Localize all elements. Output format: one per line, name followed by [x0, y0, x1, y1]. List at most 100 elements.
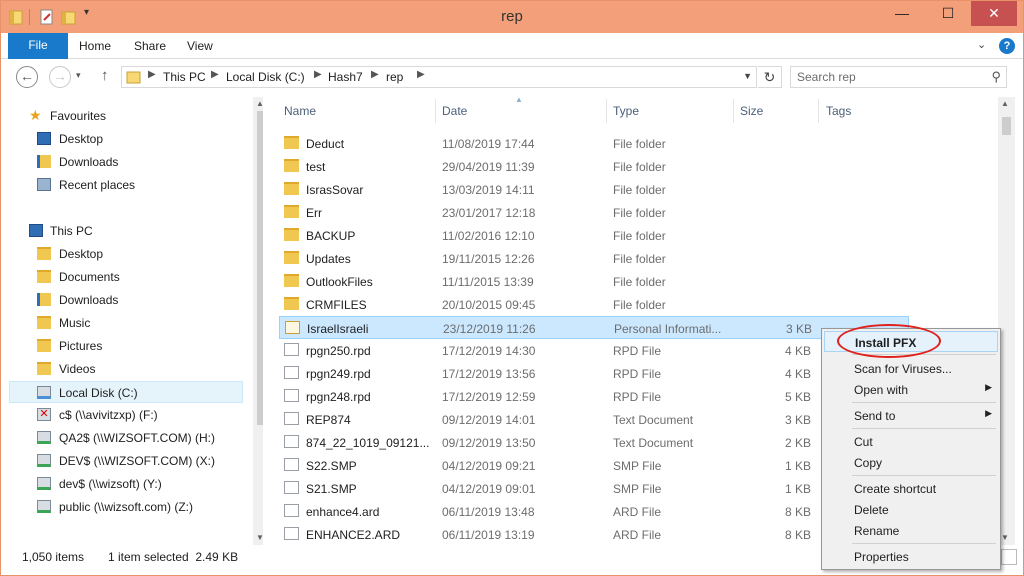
refresh-button[interactable]: ↻: [758, 66, 782, 88]
large-icons-view-icon[interactable]: [1001, 549, 1017, 565]
table-row[interactable]: S22.SMP 04/12/2019 09:21 SMP File 1 KB: [279, 454, 909, 477]
chevron-down-icon[interactable]: ▼: [743, 71, 752, 81]
file-icon: [284, 458, 299, 471]
expand-ribbon-icon[interactable]: ⌄: [977, 38, 986, 51]
nav-pc-local-disk[interactable]: Local Disk (C:): [9, 381, 243, 403]
column-divider[interactable]: [733, 99, 734, 123]
nav-pc-drive-h[interactable]: QA2$ (\\WIZSOFT.COM) (H:): [9, 427, 243, 449]
certificate-icon: [285, 321, 300, 334]
column-tags[interactable]: Tags: [826, 104, 851, 118]
table-row[interactable]: enhance4.ard 06/11/2019 13:48 ARD File 8 KB: [279, 500, 909, 523]
chevron-right-icon[interactable]: ▶: [371, 69, 379, 80]
table-row[interactable]: BACKUP 11/02/2016 12:10 File folder: [279, 224, 909, 247]
search-box[interactable]: ⚲: [790, 66, 1007, 88]
column-type[interactable]: Type: [613, 104, 639, 118]
nav-favourites-desktop[interactable]: Desktop: [9, 128, 243, 150]
nav-pc-drive-y[interactable]: dev$ (\\wizsoft) (Y:): [9, 473, 243, 495]
nav-pc-drive-f[interactable]: ✕ c$ (\\avivitzxp) (F:): [9, 404, 243, 426]
menu-copy[interactable]: Copy: [824, 452, 998, 473]
table-row[interactable]: Deduct 11/08/2019 17:44 File folder: [279, 132, 909, 155]
table-row[interactable]: Err 23/01/2017 12:18 File folder: [279, 201, 909, 224]
table-row[interactable]: ENHANCE2.ARD 06/11/2019 13:19 ARD File 8 KB: [279, 523, 909, 546]
scroll-down-icon[interactable]: ▼: [1001, 533, 1009, 542]
close-button[interactable]: ✕: [971, 1, 1017, 26]
table-row[interactable]: 874_22_1019_09121... 09/12/2019 13:50 Text…: [279, 431, 909, 454]
nav-favourites-downloads[interactable]: Downloads: [9, 151, 243, 173]
menu-open-with[interactable]: Open with ▶: [824, 379, 998, 400]
nav-pc-drive-z[interactable]: public (\\wizsoft.com) (Z:): [9, 496, 243, 518]
nav-pc-music[interactable]: Music: [9, 312, 243, 334]
chevron-right-icon[interactable]: ▶: [211, 69, 219, 80]
recent-locations-icon[interactable]: ▾: [76, 70, 81, 81]
column-divider[interactable]: [435, 99, 436, 123]
table-row[interactable]: IsraelIsraeli 23/12/2019 11:26 Personal In…: [279, 316, 909, 339]
nav-item-label: Local Disk (C:): [59, 386, 138, 400]
network-drive-icon: [37, 454, 51, 467]
table-row[interactable]: CRMFILES 20/10/2015 09:45 File folder: [279, 293, 909, 316]
tab-share[interactable]: Share: [134, 39, 166, 53]
network-drive-icon: [37, 477, 51, 490]
file-list-scrollbar-thumb[interactable]: [1002, 117, 1011, 135]
tab-home[interactable]: Home: [79, 39, 111, 53]
menu-send-to[interactable]: Send to ▶: [824, 405, 998, 426]
minimize-button[interactable]: —: [879, 1, 925, 26]
menu-item-label: Copy: [854, 456, 883, 470]
table-row[interactable]: rpgn248.rpd 17/12/2019 12:59 RPD File 5 KB: [279, 385, 909, 408]
column-size[interactable]: Size: [740, 104, 763, 118]
chevron-right-icon[interactable]: ▶: [417, 69, 425, 80]
table-row[interactable]: S21.SMP 04/12/2019 09:01 SMP File 1 KB: [279, 477, 909, 500]
menu-delete[interactable]: Delete: [824, 499, 998, 520]
breadcrumb-this-pc[interactable]: This PC: [163, 70, 206, 84]
chevron-right-icon[interactable]: ▶: [314, 69, 322, 80]
text-document-icon: [284, 435, 299, 448]
nav-pc-documents[interactable]: Documents: [9, 266, 243, 288]
tab-view[interactable]: View: [187, 39, 213, 53]
column-date[interactable]: Date: [442, 104, 467, 118]
breadcrumb-rep[interactable]: rep: [386, 70, 403, 84]
tab-file[interactable]: File: [8, 33, 68, 59]
table-row[interactable]: rpgn249.rpd 17/12/2019 13:56 RPD File 4 KB: [279, 362, 909, 385]
nav-this-pc[interactable]: This PC: [9, 220, 243, 242]
address-bar[interactable]: ▶ This PC ▶ Local Disk (C:) ▶ Hash7 ▶ re…: [121, 66, 757, 88]
menu-scan-viruses[interactable]: Scan for Viruses...: [824, 358, 998, 379]
table-row[interactable]: rpgn250.rpd 17/12/2019 14:30 RPD File 4 KB: [279, 339, 909, 362]
file-icon: [284, 504, 299, 517]
nav-pc-pictures[interactable]: Pictures: [9, 335, 243, 357]
nav-favourites[interactable]: ★ Favourites: [9, 105, 243, 127]
forward-button[interactable]: →: [49, 66, 71, 88]
table-row[interactable]: IsrasSovar 13/03/2019 14:11 File folder: [279, 178, 909, 201]
file-icon: [284, 527, 299, 540]
table-row[interactable]: REP874 09/12/2019 14:01 Text Document 3 KB: [279, 408, 909, 431]
menu-create-shortcut[interactable]: Create shortcut: [824, 478, 998, 499]
nav-favourites-recent[interactable]: Recent places: [9, 174, 243, 196]
nav-pc-videos[interactable]: Videos: [9, 358, 243, 380]
up-arrow-icon[interactable]: ↑: [101, 67, 109, 84]
file-size: 1 KB: [784, 459, 811, 473]
help-icon[interactable]: ?: [999, 38, 1015, 54]
scroll-up-icon[interactable]: ▲: [1001, 99, 1009, 108]
column-name[interactable]: Name: [284, 104, 316, 118]
table-row[interactable]: test 29/04/2019 11:39 File folder: [279, 155, 909, 178]
menu-cut[interactable]: Cut: [824, 431, 998, 452]
back-button[interactable]: ←: [16, 66, 38, 88]
table-row[interactable]: OutlookFiles 11/11/2015 13:39 File folder: [279, 270, 909, 293]
menu-separator: [852, 402, 996, 403]
column-divider[interactable]: [818, 99, 819, 123]
maximize-button[interactable]: ☐: [925, 1, 971, 26]
search-input[interactable]: [797, 70, 977, 84]
nav-item-label: public (\\wizsoft.com) (Z:): [59, 500, 194, 514]
nav-pc-drive-x[interactable]: DEV$ (\\WIZSOFT.COM) (X:): [9, 450, 243, 472]
file-date: 11/11/2015 13:39: [442, 275, 534, 289]
breadcrumb-local-disk[interactable]: Local Disk (C:): [226, 70, 305, 84]
breadcrumb-hash7[interactable]: Hash7: [328, 70, 363, 84]
search-icon[interactable]: ⚲: [991, 69, 1001, 85]
column-divider[interactable]: [606, 99, 607, 123]
menu-rename[interactable]: Rename: [824, 520, 998, 541]
nav-item-label: DEV$ (\\WIZSOFT.COM) (X:): [59, 454, 215, 468]
table-row[interactable]: Updates 19/11/2015 12:26 File folder: [279, 247, 909, 270]
nav-pc-desktop[interactable]: Desktop: [9, 243, 243, 265]
nav-pc-downloads[interactable]: Downloads: [9, 289, 243, 311]
file-type: File folder: [613, 160, 666, 174]
menu-properties[interactable]: Properties: [824, 546, 998, 567]
chevron-right-icon[interactable]: ▶: [148, 69, 156, 80]
